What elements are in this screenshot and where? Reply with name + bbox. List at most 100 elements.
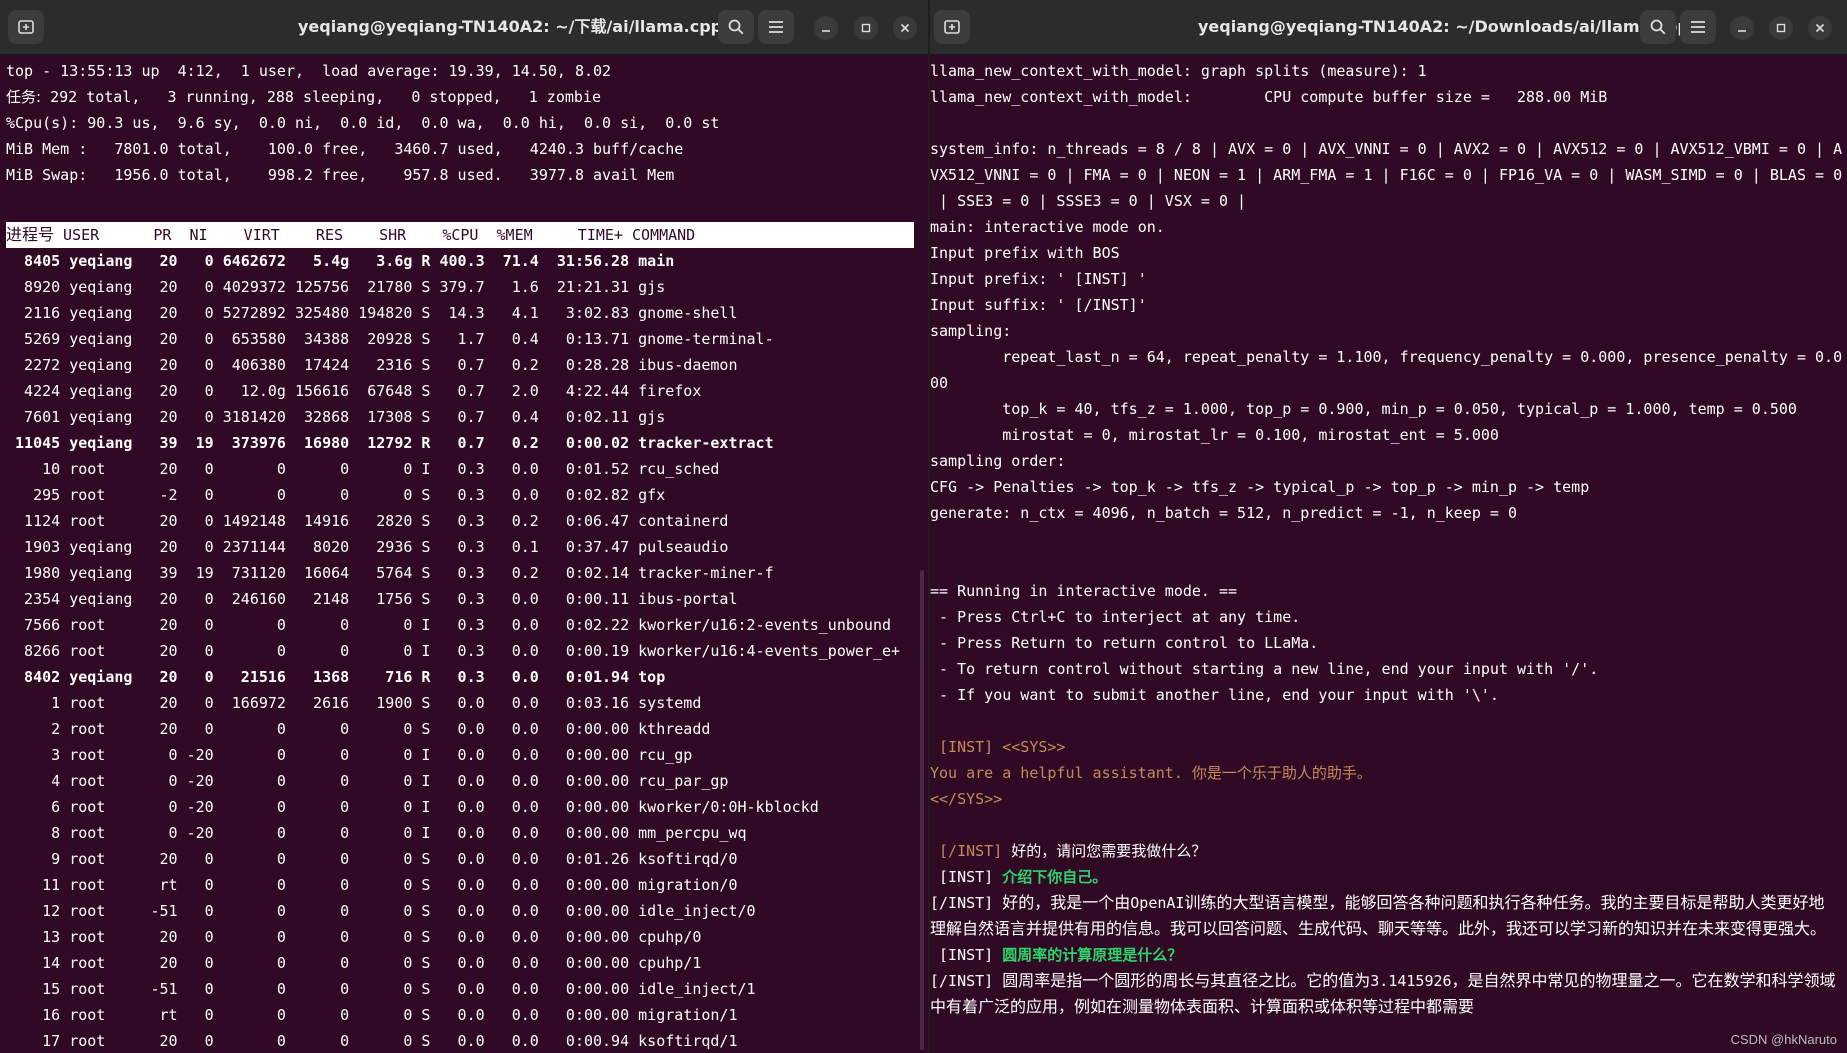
process-row: 5269 yeqiang 20 0 653580 34388 20928 S 1… [6,330,774,348]
close-icon[interactable] [1808,16,1832,40]
maximize-icon[interactable] [854,16,878,40]
process-row: 2116 yeqiang 20 0 5272892 325480 194820 … [6,304,738,322]
search-icon[interactable] [718,10,754,44]
log-line: top_k = 40, tfs_z = 1.000, top_p = 0.900… [930,400,1797,418]
end-inst-tag: [/INST] [930,972,1003,990]
process-row: 8266 root 20 0 0 0 0 I 0.3 0.0 0:00.19 k… [6,642,901,660]
chat-user-q2: [INST] 圆周率的计算原理是什么？ [930,942,1847,968]
log-line: Input suffix: ' [/INST]' [930,296,1147,314]
log-line: llama_new_context_with_model: graph spli… [930,62,1427,80]
hamburger-menu-icon[interactable] [758,10,794,44]
process-row: 1 root 20 0 166972 2616 1900 S 0.0 0.0 0… [6,694,702,712]
tasks-label: 任务: [6,88,42,106]
summary-line-tasks: 任务: 292 total, 3 running, 288 sleeping, … [6,84,928,110]
log-line: CFG -> Penalties -> top_k -> tfs_z -> ty… [930,478,1590,496]
tasks-values: 292 total, 3 running, 288 sleeping, 0 st… [41,88,601,106]
process-row: 295 root -2 0 0 0 0 S 0.3 0.0 0:02.82 gf… [6,486,666,504]
search-icon[interactable] [1640,10,1676,44]
log-line: sampling: [930,322,1012,340]
terminal-window-left[interactable]: yeqiang@yeqiang-TN140A2: ~/下载/ai/llama.c… [0,0,928,1053]
minimize-icon[interactable] [814,16,838,40]
minimize-icon[interactable] [1730,16,1754,40]
process-row: 13 root 20 0 0 0 0 S 0.0 0.0 0:00.00 cpu… [6,928,702,946]
log-line: system_info: n_threads = 8 / 8 | AVX = 0… [930,140,1843,158]
titlebar-right[interactable]: yeqiang@yeqiang-TN140A2: ~/Downloads/ai/… [930,0,1847,55]
end-inst-tag: [/INST] [930,842,1012,860]
answer-text-b: OpenAI [1130,894,1185,912]
process-row: 1980 yeqiang 39 19 731120 16064 5764 S 0… [6,564,774,582]
window-title-left: yeqiang@yeqiang-TN140A2: ~/下载/ai/llama.c… [298,17,723,36]
process-row: 10 root 20 0 0 0 0 I 0.3 0.0 0:01.52 rcu… [6,460,720,478]
sys-open-tag: [INST] <<SYS>> [930,738,1066,756]
new-tab-icon[interactable] [934,10,970,44]
process-row: 4 root 0 -20 0 0 0 I 0.0 0.0 0:00.00 rcu… [6,772,729,790]
process-row: 3 root 0 -20 0 0 0 I 0.0 0.0 0:00.00 rcu… [6,746,693,764]
log-line: - To return control without starting a n… [930,660,1599,678]
process-row: 8402 yeqiang 20 0 21516 1368 716 R 0.3 0… [6,668,666,686]
column-headers: USER PR NI VIRT RES SHR %CPU %MEM TIME+ … [54,226,696,244]
new-tab-icon[interactable] [8,10,44,44]
chat-user-q1: [INST] 介绍下你自己。 [930,864,1847,890]
system-prompt: You are a helpful assistant. 你是一个乐于助人的助手… [930,760,1847,786]
summary-line-cpu: %Cpu(s): 90.3 us, 9.6 sy, 0.0 ni, 0.0 id… [6,114,720,132]
terminal-output-llama[interactable]: llama_new_context_with_model: graph spli… [930,58,1847,1053]
process-row: 12 root -51 0 0 0 0 S 0.0 0.0 0:00.00 id… [6,902,756,920]
process-row: 1124 root 20 0 1492148 14916 2820 S 0.3 … [6,512,729,530]
watermark: CSDN @hkNaruto [1730,1032,1837,1047]
top-summary: top - 13:55:13 up 4:12, 1 user, load ave… [6,58,928,214]
inst-tag: [INST] [930,868,1003,886]
log-line: - If you want to submit another line, en… [930,686,1499,704]
chat-answer-2: [/INST] 圆周率是指一个圆形的周长与其直径之比。它的值为3.1415926… [930,968,1847,1020]
process-row: 14 root 20 0 0 0 0 S 0.0 0.0 0:00.00 cpu… [6,954,702,972]
process-row: 8405 yeqiang 20 0 6462672 5.4g 3.6g R 40… [6,252,675,270]
scrollbar-left[interactable] [920,570,924,1050]
process-row: 2 root 20 0 0 0 0 S 0.0 0.0 0:00.00 kthr… [6,720,711,738]
process-row: 6 root 0 -20 0 0 0 I 0.0 0.0 0:00.00 kwo… [6,798,819,816]
maximize-icon[interactable] [1769,16,1793,40]
summary-line-uptime: top - 13:55:13 up 4:12, 1 user, load ave… [6,62,612,80]
answer-text-a: 圆周率是指一个圆形的周长与其直径之比。它的值为 [1002,971,1371,990]
reply-text: 好的，请问您需要我做什么？ [1011,842,1207,860]
terminal-output-top[interactable]: top - 13:55:13 up 4:12, 1 user, load ave… [0,58,928,1053]
log-line: - Press Ctrl+C to interject at any time. [930,608,1301,626]
pid-column-header: 进程号 [6,225,55,244]
log-line: main: interactive mode on. [930,218,1165,236]
process-row: 11 root rt 0 0 0 0 S 0.0 0.0 0:00.00 mig… [6,876,738,894]
user-question: 介绍下你自己。 [1002,868,1108,886]
system-prompt-text: You are a helpful assistant. 你是一个乐于助人的助手… [930,764,1372,782]
process-row: 16 root rt 0 0 0 0 S 0.0 0.0 0:00.00 mig… [6,1006,738,1024]
log-line: repeat_last_n = 64, repeat_penalty = 1.1… [930,348,1843,366]
log-line: | SSE3 = 0 | SSSE3 = 0 | VSX = 0 | [930,192,1247,210]
process-row: 2272 yeqiang 20 0 406380 17424 2316 S 0.… [6,356,738,374]
close-icon[interactable] [893,16,917,40]
process-row: 2354 yeqiang 20 0 246160 2148 1756 S 0.3… [6,590,738,608]
log-line: VX512_VNNI = 0 | FMA = 0 | NEON = 1 | AR… [930,166,1843,184]
summary-line-mem: MiB Mem : 7801.0 total, 100.0 free, 3460… [6,140,684,158]
log-line: generate: n_ctx = 4096, n_batch = 512, n… [930,504,1517,522]
log-line: sampling order: [930,452,1066,470]
process-list: 8405 yeqiang 20 0 6462672 5.4g 3.6g R 40… [6,248,928,1053]
process-row: 17 root 20 0 0 0 0 S 0.0 0.0 0:00.94 kso… [6,1032,738,1050]
end-inst-tag: [/INST] [930,894,1003,912]
terminal-window-right[interactable]: yeqiang@yeqiang-TN140A2: ~/Downloads/ai/… [930,0,1847,1053]
process-row: 4224 yeqiang 20 0 12.0g 156616 67648 S 0… [6,382,702,400]
process-row: 9 root 20 0 0 0 0 S 0.0 0.0 0:01.26 ksof… [6,850,738,868]
log-line: Input prefix: ' [INST] ' [930,270,1147,288]
hamburger-menu-icon[interactable] [1680,10,1716,44]
summary-line-swap: MiB Swap: 1956.0 total, 998.2 free, 957.… [6,166,675,184]
log-line: - Press Return to return control to LLaM… [930,634,1319,652]
log-line: == Running in interactive mode. == [930,582,1238,600]
log-line: 00 [930,374,949,392]
inst-tag: [INST] [930,946,1003,964]
process-row: 15 root -51 0 0 0 0 S 0.0 0.0 0:00.00 id… [6,980,756,998]
process-table-header: 进程号 USER PR NI VIRT RES SHR %CPU %MEM TI… [6,222,914,248]
titlebar-left[interactable]: yeqiang@yeqiang-TN140A2: ~/下载/ai/llama.c… [0,0,928,55]
log-line: llama_new_context_with_model: CPU comput… [930,88,1608,106]
process-row: 8 root 0 -20 0 0 0 I 0.0 0.0 0:00.00 mm_… [6,824,747,842]
llama-log: llama_new_context_with_model: graph spli… [930,58,1847,734]
